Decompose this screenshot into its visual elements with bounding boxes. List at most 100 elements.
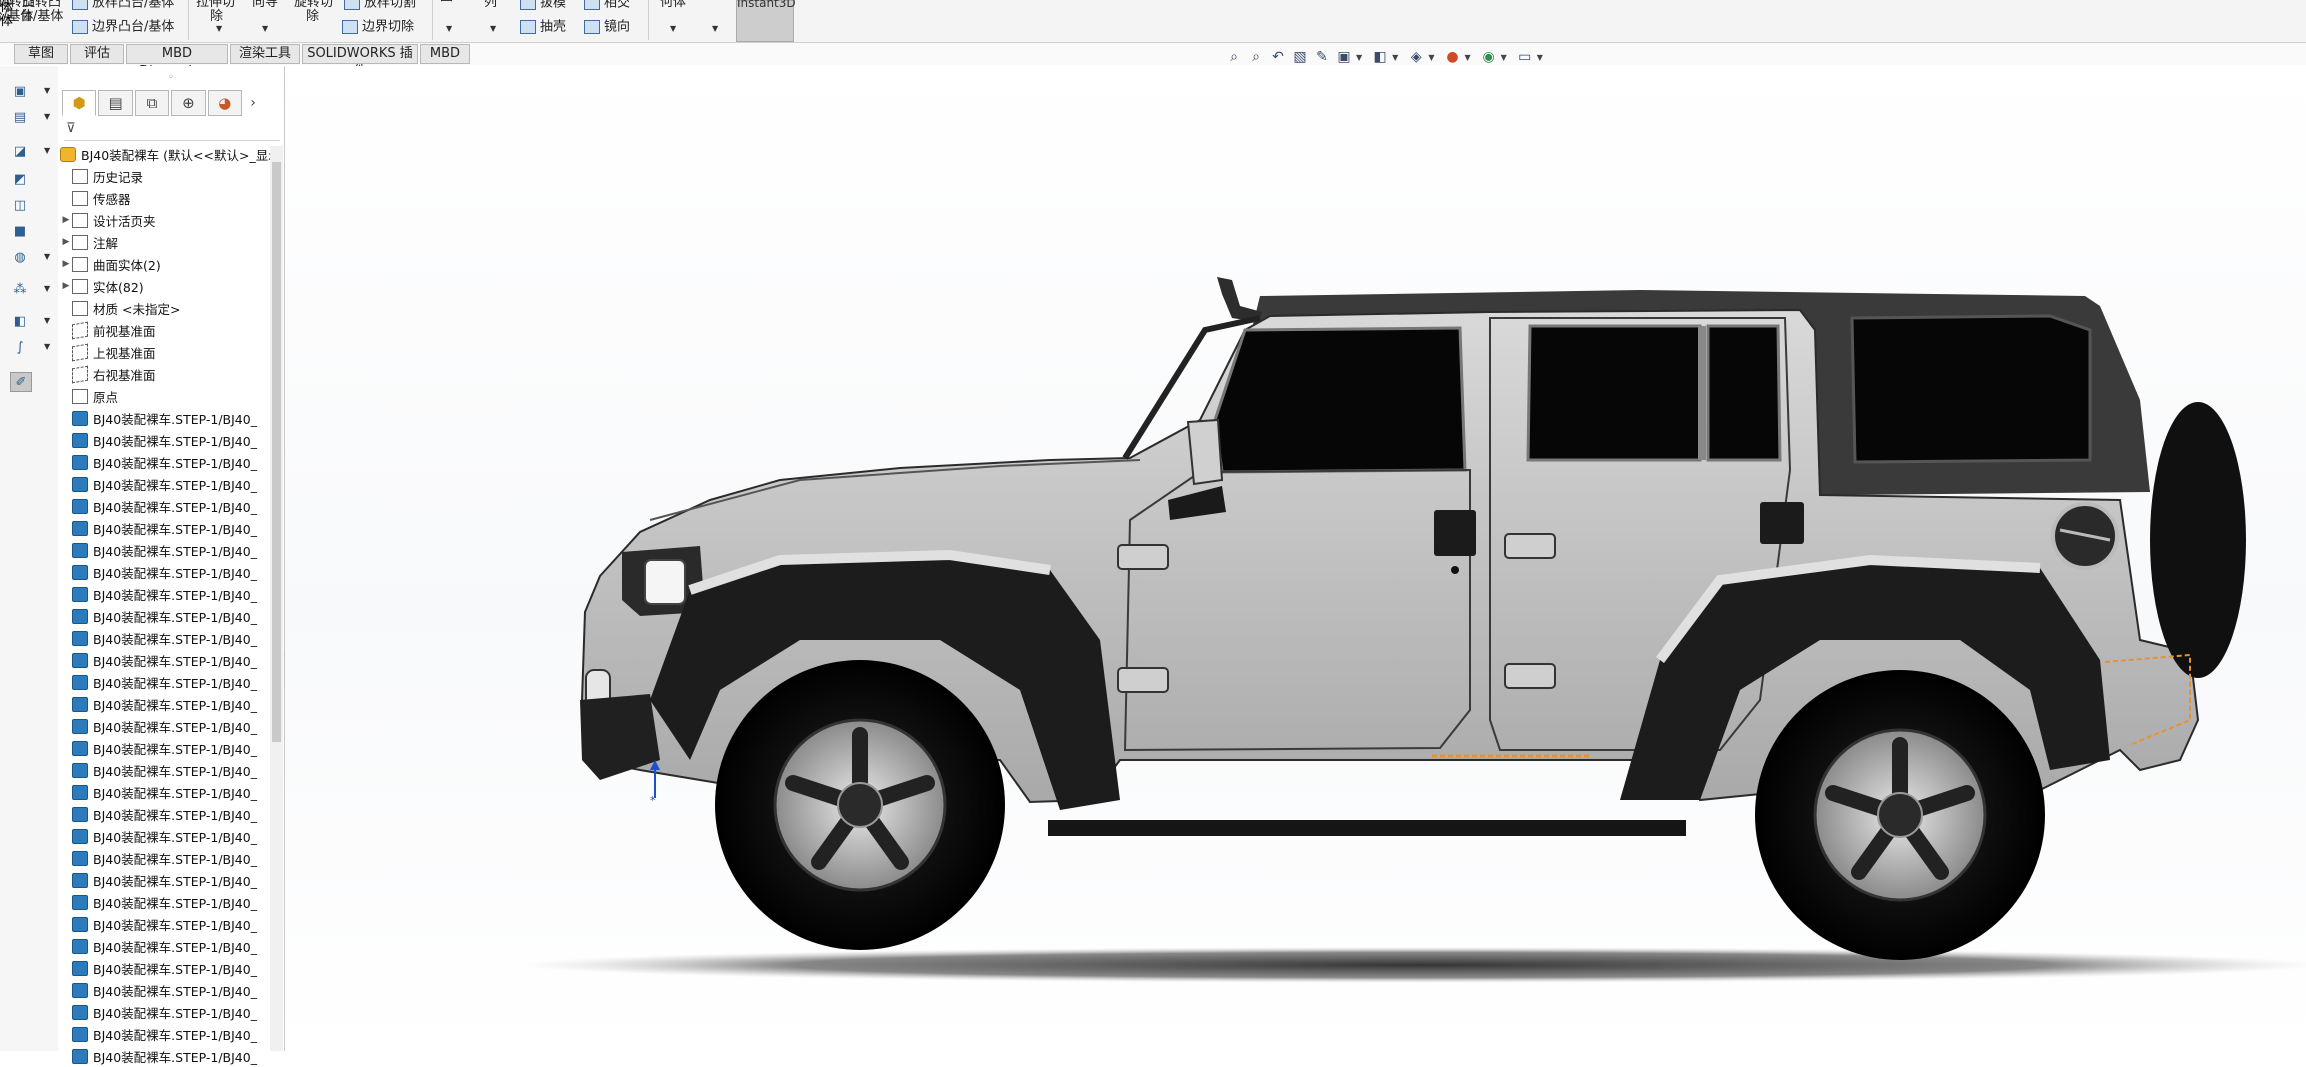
- expand-arrow-icon[interactable]: ▶: [60, 237, 72, 247]
- shell-icon[interactable]: ◫: [10, 196, 30, 214]
- tree-item-part[interactable]: BJ40装配裸车.STEP-1/BJ40_: [60, 935, 270, 957]
- propertymanager-tab[interactable]: ▤: [98, 90, 133, 116]
- tree-item-part[interactable]: BJ40装配裸车.STEP-1/BJ40_: [60, 495, 270, 517]
- view-orientation-icon[interactable]: ▣: [1334, 48, 1354, 66]
- tree-item-part[interactable]: BJ40装配裸车.STEP-1/BJ40_: [60, 847, 270, 869]
- expand-arrow-icon[interactable]: ▶: [60, 215, 72, 225]
- tree-item-part[interactable]: BJ40装配裸车.STEP-1/BJ40_: [60, 671, 270, 693]
- reference-geometry-button[interactable]: 何体: [660, 0, 686, 10]
- curve-icon[interactable]: ∫: [10, 338, 30, 356]
- display-manager-tab[interactable]: ◕: [207, 90, 243, 116]
- appearance-icon[interactable]: ◍: [10, 248, 30, 266]
- tree-item-part[interactable]: BJ40装配裸车.STEP-1/BJ40_: [60, 649, 270, 671]
- tree-item-part[interactable]: BJ40装配裸车.STEP-1/BJ40_: [60, 825, 270, 847]
- chevron-down-icon[interactable]: ▼: [1428, 53, 1434, 62]
- reference-geometry-dropdown-icon[interactable]: ▼: [670, 24, 676, 33]
- chevron-down-icon[interactable]: ▼: [1501, 53, 1507, 62]
- dynamic-annotation-icon[interactable]: ✎: [1312, 48, 1332, 66]
- tree-item-part[interactable]: BJ40装配裸车.STEP-1/BJ40_: [60, 803, 270, 825]
- tree-root-assembly[interactable]: BJ40装配裸车 (默认<<默认>_显示: [60, 143, 270, 165]
- featuremanager-tab[interactable]: ⬢: [62, 90, 97, 116]
- tree-item-part[interactable]: BJ40装配裸车.STEP-1/BJ40_: [60, 737, 270, 759]
- linear-pattern-dropdown-icon[interactable]: ▼: [490, 24, 496, 33]
- hole-wizard-button[interactable]: 向导: [252, 0, 278, 10]
- configurationmanager-tab[interactable]: ⧉: [134, 90, 170, 116]
- chevron-down-icon[interactable]: ▼: [44, 86, 50, 95]
- tree-item-part[interactable]: BJ40装配裸车.STEP-1/BJ40_: [60, 561, 270, 583]
- tree-item[interactable]: 前视基准面: [60, 319, 270, 341]
- scene-icon[interactable]: ◉: [1479, 48, 1499, 66]
- tree-item-part[interactable]: BJ40装配裸车.STEP-1/BJ40_: [60, 539, 270, 561]
- chevron-down-icon[interactable]: ▼: [1356, 53, 1362, 62]
- tree-item[interactable]: ▶ 曲面实体(2): [60, 253, 270, 275]
- tab-mbd[interactable]: MBD: [420, 44, 470, 64]
- tree-scrollbar-thumb[interactable]: [272, 162, 281, 742]
- chevron-down-icon[interactable]: ▼: [44, 146, 50, 155]
- shell-button[interactable]: 抽壳: [520, 20, 566, 35]
- tree-item-part[interactable]: BJ40装配裸车.STEP-1/BJ40_: [60, 1045, 270, 1067]
- previous-view-icon[interactable]: ↶: [1268, 48, 1288, 66]
- tree-item-part[interactable]: BJ40装配裸车.STEP-1/BJ40_: [60, 759, 270, 781]
- dimxpert-tab[interactable]: ⊕: [171, 90, 206, 116]
- tree-item-part[interactable]: BJ40装配裸车.STEP-1/BJ40_: [60, 627, 270, 649]
- tab-mbd-dimensions[interactable]: MBD Dimensions: [126, 44, 228, 79]
- assembly-icon[interactable]: ▤: [10, 108, 30, 126]
- display-style-icon[interactable]: ◧: [1370, 48, 1390, 66]
- revolve-boss-label-bottom[interactable]: 台/基体: [20, 10, 63, 24]
- tree-item[interactable]: 上视基准面: [60, 341, 270, 363]
- hide-show-icon[interactable]: ◈: [1406, 48, 1426, 66]
- tree-item[interactable]: 右视基准面: [60, 363, 270, 385]
- expand-arrow-icon[interactable]: ▶: [60, 281, 72, 291]
- chevron-down-icon[interactable]: ▼: [1464, 53, 1470, 62]
- chevron-right-icon[interactable]: ›: [244, 90, 262, 116]
- box-icon[interactable]: ■: [10, 222, 30, 240]
- fillet-label[interactable]: 圆: [440, 0, 453, 4]
- loft-cut-button[interactable]: 放样切割: [344, 0, 416, 11]
- chevron-down-icon[interactable]: ▼: [1392, 53, 1398, 62]
- tree-item[interactable]: ▶ 注解: [60, 231, 270, 253]
- tab-evaluate[interactable]: 评估: [70, 44, 124, 64]
- chevron-down-icon[interactable]: ▼: [44, 252, 50, 261]
- chevron-down-icon[interactable]: ▼: [44, 342, 50, 351]
- chevron-down-icon[interactable]: ▼: [44, 284, 50, 293]
- expand-arrow-icon[interactable]: ▶: [60, 259, 72, 269]
- panel-grip-icon[interactable]: ◦: [168, 72, 174, 83]
- tree-item-part[interactable]: BJ40装配裸车.STEP-1/BJ40_: [60, 913, 270, 935]
- tab-solidworks-addins[interactable]: SOLIDWORKS 插件: [302, 44, 418, 79]
- reference-icon[interactable]: ◧: [10, 312, 30, 330]
- extrude-icon[interactable]: ◪: [10, 142, 30, 160]
- tree-item-part[interactable]: BJ40装配裸车.STEP-1/BJ40_: [60, 869, 270, 891]
- part-icon[interactable]: ▣: [10, 82, 30, 100]
- mirror-button[interactable]: 镜向: [584, 20, 630, 35]
- pattern-icon[interactable]: ⁂: [10, 280, 30, 298]
- tree-item-part[interactable]: BJ40装配裸车.STEP-1/BJ40_: [60, 1023, 270, 1045]
- zoom-area-icon[interactable]: ⌕: [1246, 48, 1266, 66]
- draft-button[interactable]: 拔模: [520, 0, 566, 11]
- tree-filter[interactable]: ⊽: [64, 120, 280, 141]
- tree-item-part[interactable]: BJ40装配裸车.STEP-1/BJ40_: [60, 781, 270, 803]
- tree-item[interactable]: ▶ 实体(82): [60, 275, 270, 297]
- tree-item-part[interactable]: BJ40装配裸车.STEP-1/BJ40_: [60, 583, 270, 605]
- tab-sketch[interactable]: 草图: [14, 44, 68, 64]
- tree-item[interactable]: 原点: [60, 385, 270, 407]
- intersect-button[interactable]: 相交: [584, 0, 630, 11]
- boundary-cut-button[interactable]: 边界切除: [342, 20, 414, 35]
- tree-item-part[interactable]: BJ40装配裸车.STEP-1/BJ40_: [60, 429, 270, 451]
- curves-label[interactable]: ···: [700, 0, 712, 4]
- instant3d-button[interactable]: Instant3D: [736, 0, 796, 42]
- tree-item-part[interactable]: BJ40装配裸车.STEP-1/BJ40_: [60, 693, 270, 715]
- chevron-down-icon[interactable]: ▼: [1537, 53, 1543, 62]
- tree-item-part[interactable]: BJ40装配裸车.STEP-1/BJ40_: [60, 473, 270, 495]
- extrude-cut-dropdown-icon[interactable]: ▼: [216, 24, 222, 33]
- chamfer-icon[interactable]: ◩: [10, 170, 30, 188]
- hole-wizard-dropdown-icon[interactable]: ▼: [262, 24, 268, 33]
- section-view-icon[interactable]: ▧: [1290, 48, 1310, 66]
- tree-item-part[interactable]: BJ40装配裸车.STEP-1/BJ40_: [60, 1001, 270, 1023]
- view-settings-icon[interactable]: ▭: [1515, 48, 1535, 66]
- fillet-dropdown-icon[interactable]: ▼: [446, 24, 452, 33]
- graphics-viewport[interactable]: *: [285, 66, 2306, 1051]
- tree-item[interactable]: ▶ 设计活页夹: [60, 209, 270, 231]
- edit-appearance-icon[interactable]: ●: [1442, 48, 1462, 66]
- tree-item-part[interactable]: BJ40装配裸车.STEP-1/BJ40_: [60, 957, 270, 979]
- tree-item-part[interactable]: BJ40装配裸车.STEP-1/BJ40_: [60, 605, 270, 627]
